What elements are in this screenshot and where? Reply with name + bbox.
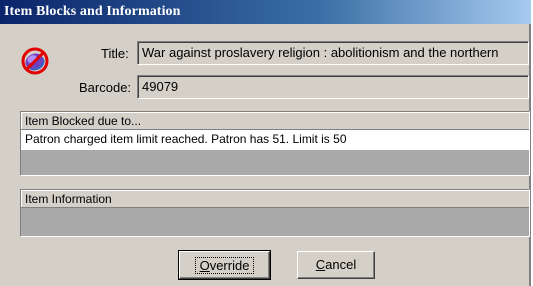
item-information-panel: Item Information bbox=[20, 189, 530, 237]
cancel-accel: C bbox=[315, 257, 326, 272]
barcode-label: Barcode: bbox=[79, 80, 132, 95]
override-accel: O bbox=[199, 258, 210, 273]
item-information-header[interactable]: Item Information bbox=[21, 190, 529, 208]
override-label: verride bbox=[209, 258, 250, 273]
barcode-field[interactable]: 49079 bbox=[137, 75, 529, 99]
override-button[interactable]: Override bbox=[178, 250, 271, 280]
window-title: Item Blocks and Information bbox=[4, 4, 181, 19]
cancel-label: ancel bbox=[325, 257, 357, 272]
item-blocked-panel: Item Blocked due to... Patron charged it… bbox=[20, 111, 530, 176]
title-field[interactable]: War against proslavery religion : abolit… bbox=[137, 41, 529, 65]
override-button-focus: Override bbox=[194, 257, 255, 274]
title-bar[interactable]: Item Blocks and Information bbox=[0, 0, 531, 24]
cancel-button[interactable]: Cancel bbox=[297, 251, 375, 279]
title-label: Title: bbox=[101, 46, 129, 61]
blocked-item-icon bbox=[21, 47, 49, 75]
item-blocks-dialog: Item Blocks and Information Title: War a… bbox=[0, 0, 531, 286]
list-item[interactable]: Patron charged item limit reached. Patro… bbox=[21, 130, 529, 150]
item-blocked-header[interactable]: Item Blocked due to... bbox=[21, 112, 529, 130]
